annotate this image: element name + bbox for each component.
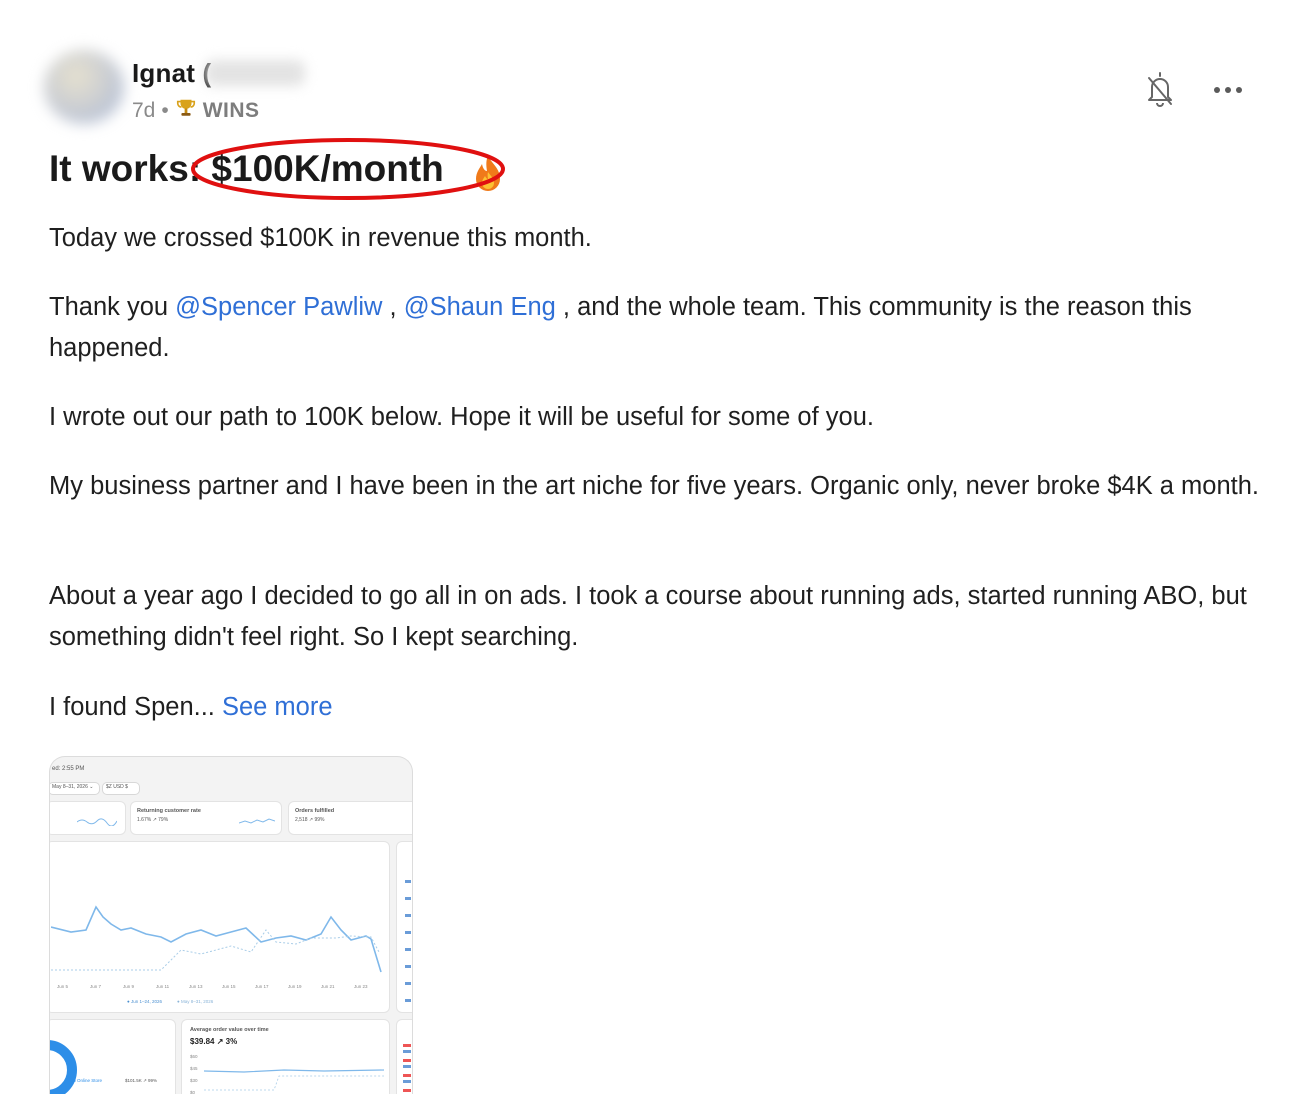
- meta-separator: •: [161, 99, 169, 122]
- thumb-legend-1: ● Jun 1–24, 2026: [127, 999, 162, 1004]
- thumb-x-tick: Jun 5: [57, 984, 69, 989]
- thumb-x-tick: Jun 13: [189, 984, 203, 989]
- thumb-date-range: May 8–31, 2026 ⌄: [52, 784, 94, 790]
- avatar[interactable]: [44, 50, 124, 124]
- thumb-currency-pill: $Z USD $: [102, 782, 140, 795]
- thumb-side-list: [405, 866, 411, 1006]
- thumb-aov-title: Average order value over time: [190, 1027, 269, 1033]
- thumb-x-tick: Jun 11: [156, 984, 170, 989]
- thumb-legend-2: ● May 8–31, 2026: [177, 999, 214, 1004]
- thumb-updated: ed: 2:55 PM: [52, 766, 85, 772]
- thumb-currency: $Z USD $: [106, 784, 128, 790]
- thumb-date-pill: May 8–31, 2026 ⌄: [50, 782, 100, 795]
- more-options-icon[interactable]: [1210, 78, 1246, 102]
- body-paragraph-3: I wrote out our path to 100K below. Hope…: [49, 403, 874, 431]
- thumb-card-orders: Orders fulfilled 2,518 ↗ 99%: [288, 801, 412, 835]
- bell-off-icon[interactable]: [1144, 70, 1176, 110]
- thumb-card-0: [50, 801, 126, 835]
- body-paragraph-4: My business partner and I have been in t…: [49, 472, 1260, 500]
- thumb-store-label: ■ Online Store: [73, 1078, 102, 1083]
- thumb-card2-value: 2,518 ↗ 99%: [295, 817, 325, 823]
- thumb-card1-value: 1.67% ↗ 79%: [137, 817, 169, 823]
- thumb-donut: [50, 1040, 77, 1094]
- thumb-card1-title: Returning customer rate: [137, 808, 201, 814]
- trophy-icon: [175, 97, 197, 125]
- thumb-aov-tick: $60: [190, 1054, 198, 1059]
- mention-shaun-eng[interactable]: @Shaun Eng: [404, 293, 556, 321]
- post-category[interactable]: WINS: [203, 99, 260, 123]
- thumb-aov-value: $39.84 ↗ 3%: [190, 1037, 238, 1046]
- attached-image[interactable]: ed: 2:55 PM May 8–31, 2026 ⌄ $Z USD $ Re…: [49, 756, 413, 1094]
- post-age: 7d: [132, 99, 156, 122]
- thumb-x-tick: Jun 17: [255, 984, 269, 989]
- thumb-side-panel: [396, 841, 412, 1013]
- highlight-ring-annotation: [188, 133, 509, 203]
- thumb-store-value: $101.5K ↗ 99%: [125, 1078, 158, 1083]
- p2-start: Thank you: [49, 293, 176, 321]
- thumb-x-tick: Jun 9: [123, 984, 135, 989]
- thumb-aov-card: Average order value over time $39.84 ↗ 3…: [181, 1019, 390, 1094]
- thumb-main-chart: Jun 5 Jun 7 Jun 9 Jun 11 Jun 13 Jun 15 Jun 17 J…: [50, 841, 390, 1013]
- thumb-x-tick: Jun 15: [222, 984, 236, 989]
- thumb-x-tick: Jun 19: [288, 984, 302, 989]
- thumb-card-returning: Returning customer rate 1.67% ↗ 79%: [130, 801, 282, 835]
- body-paragraph-5: About a year ago I decided to go all in …: [49, 582, 1247, 651]
- p6-text: I found Spen...: [49, 693, 222, 721]
- author-name[interactable]: Ignat (: [132, 58, 211, 89]
- thumb-side-bars: [403, 1038, 411, 1094]
- body-paragraph-6: I found Spen... See more: [49, 687, 1274, 728]
- thumb-aov-tick: $45: [190, 1066, 198, 1071]
- thumb-side-panel-2: [396, 1019, 412, 1094]
- thumb-store-card: ■ Online Store $101.5K ↗ 99%: [50, 1019, 176, 1094]
- thumb-line-chart: [51, 905, 382, 973]
- p2-mid: ,: [382, 293, 404, 321]
- redacted-name: [205, 60, 305, 86]
- mention-spencer-pawliw[interactable]: @Spencer Pawliw: [175, 293, 382, 321]
- body-paragraph-1: Today we crossed $100K in revenue this m…: [49, 224, 592, 252]
- body-paragraph-2: Thank you @Spencer Pawliw , @Shaun Eng ,…: [49, 287, 1274, 369]
- thumb-x-tick: Jun 7: [90, 984, 102, 989]
- thumb-aov-tick: $0: [190, 1090, 196, 1094]
- thumb-x-tick: Jun 21: [321, 984, 335, 989]
- thumb-x-tick: Jun 23: [354, 984, 368, 989]
- post-meta: 7d • WINS: [132, 97, 260, 125]
- see-more-link[interactable]: See more: [222, 693, 333, 721]
- thumb-aov-tick: $30: [190, 1078, 198, 1083]
- thumb-card2-title: Orders fulfilled: [295, 808, 335, 814]
